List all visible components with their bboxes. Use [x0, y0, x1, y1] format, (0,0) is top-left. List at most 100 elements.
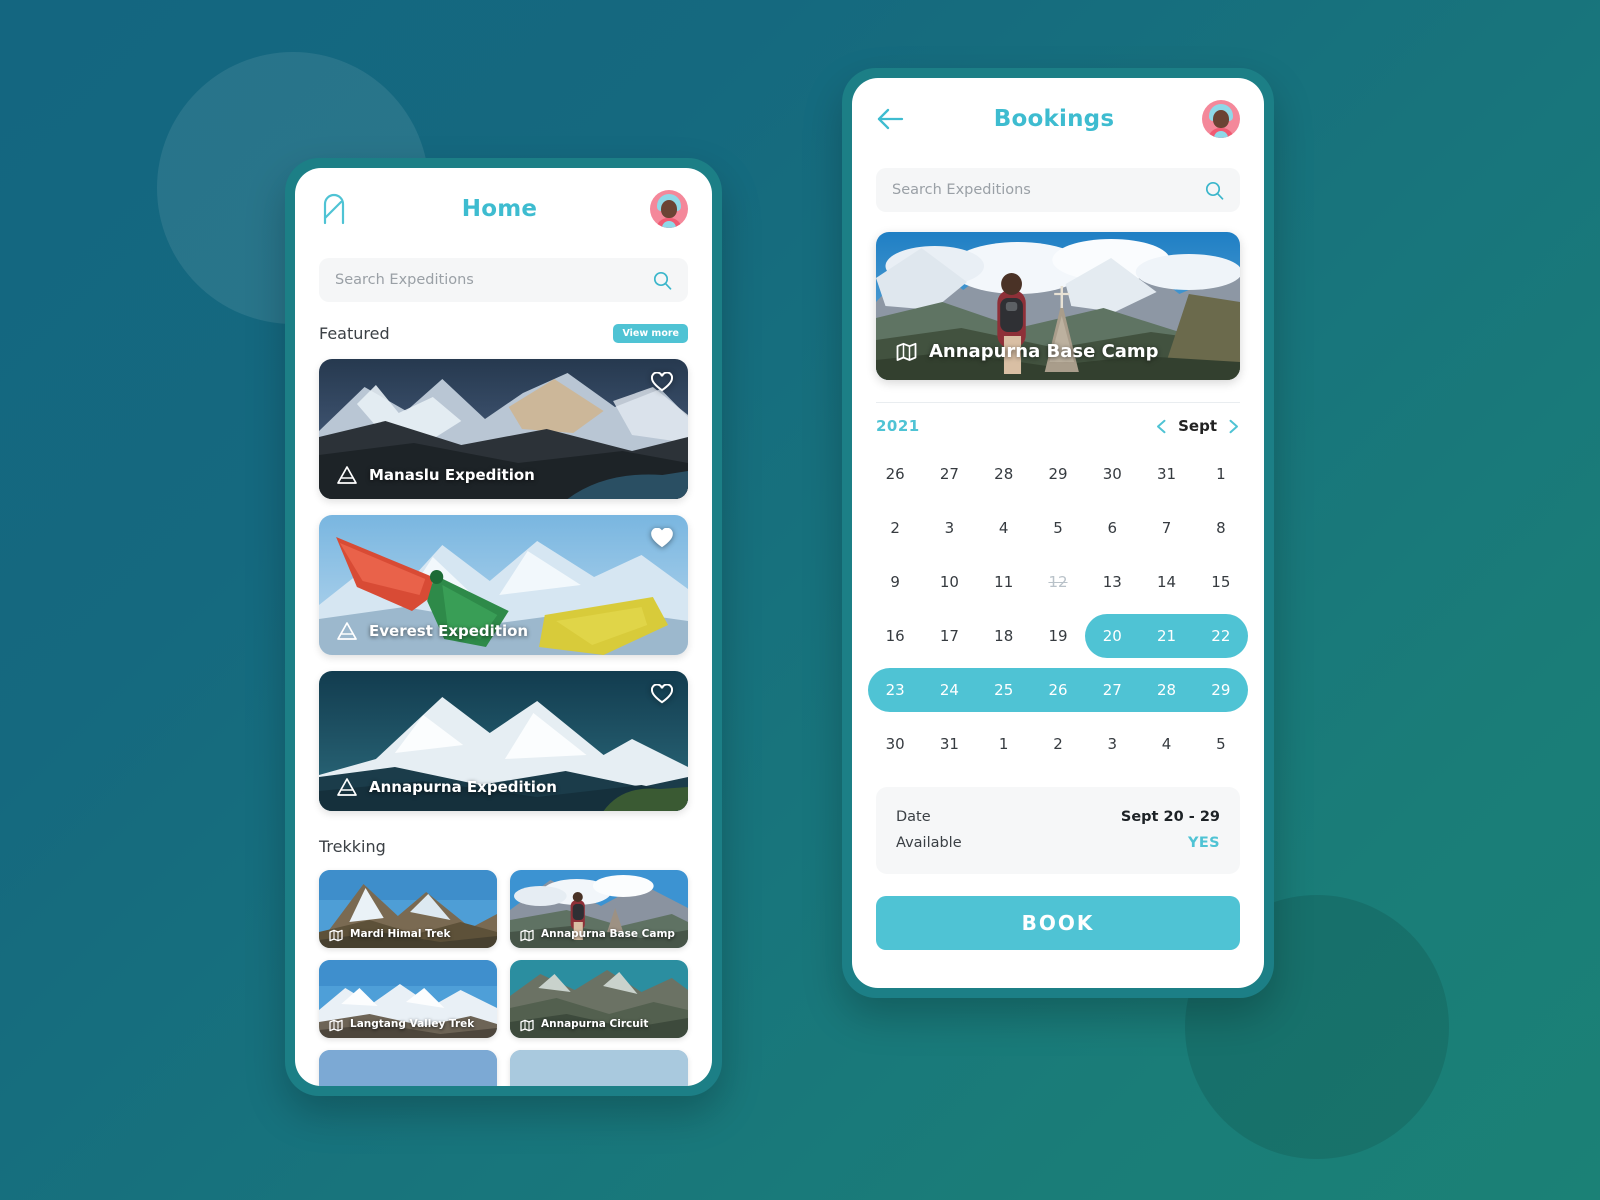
calendar-day-number: 8: [1216, 519, 1226, 537]
hero-title: Annapurna Base Camp: [929, 341, 1159, 362]
calendar-day-cell[interactable]: 26: [868, 447, 922, 501]
info-key: Date: [896, 809, 931, 825]
calendar-day-cell[interactable]: 30: [868, 717, 922, 771]
book-button[interactable]: BOOK: [876, 896, 1240, 950]
chevron-right-icon[interactable]: [1227, 419, 1240, 434]
calendar-day-cell[interactable]: 1: [977, 717, 1031, 771]
search-icon[interactable]: [653, 271, 672, 290]
calendar-day-cell[interactable]: 9: [868, 555, 922, 609]
calendar-day-cell[interactable]: 3: [922, 501, 976, 555]
search-input[interactable]: [892, 182, 1205, 198]
calendar-day-number: 31: [1157, 465, 1177, 483]
featured-card-manaslu[interactable]: Manaslu Expedition: [319, 359, 688, 499]
mountain-icon: [336, 621, 358, 641]
calendar-day-cell[interactable]: 10: [922, 555, 976, 609]
calendar-day-cell[interactable]: 5: [1194, 717, 1248, 771]
booking-info-panel: Date Sept 20 - 29 Available YES: [876, 787, 1240, 874]
calendar-day-cell[interactable]: 20: [1085, 609, 1140, 663]
calendar-day-cell[interactable]: 26: [1030, 663, 1086, 717]
calendar-day-cell[interactable]: 25: [976, 663, 1031, 717]
calendar-day-cell[interactable]: 17: [922, 609, 976, 663]
calendar-day-number: 9: [890, 573, 900, 591]
featured-card-everest[interactable]: Everest Expedition: [319, 515, 688, 655]
calendar-day-number: 7: [1161, 519, 1172, 537]
home-search-bar[interactable]: [319, 258, 688, 302]
favorite-heart-icon[interactable]: [650, 683, 674, 704]
calendar-day-cell[interactable]: 8: [1194, 501, 1248, 555]
view-more-button[interactable]: View more: [613, 324, 688, 343]
calendar-day-cell[interactable]: 19: [1031, 609, 1085, 663]
search-icon[interactable]: [1205, 181, 1224, 200]
map-icon: [329, 1017, 343, 1032]
calendar-grid[interactable]: 26 27 28 29 30 31 1 2 3 4 5 6 7 8 9 10 11 12 13 14 15 16 17 18 1…: [868, 447, 1248, 771]
search-input[interactable]: [335, 272, 653, 288]
featured-label: Featured: [319, 324, 390, 343]
calendar-day-cell[interactable]: 27: [922, 447, 976, 501]
page-title: Home: [461, 196, 538, 222]
avatar-collar: [661, 221, 676, 228]
calendar-day-cell[interactable]: 11: [977, 555, 1031, 609]
map-icon: [520, 1017, 534, 1032]
trek-card-mardi-himal[interactable]: Mardi Himal Trek: [319, 870, 497, 948]
calendar-day-cell[interactable]: 24: [922, 663, 977, 717]
calendar-day-cell[interactable]: 15: [1194, 555, 1248, 609]
trekking-section-header: Trekking: [319, 837, 688, 856]
app-logo-icon[interactable]: [319, 192, 349, 226]
calendar-day-cell[interactable]: 4: [977, 501, 1031, 555]
calendar-day-cell[interactable]: 4: [1139, 717, 1193, 771]
calendar-day-cell[interactable]: 28: [1139, 663, 1194, 717]
calendar-day-cell[interactable]: 3: [1085, 717, 1139, 771]
back-arrow-icon[interactable]: [876, 106, 906, 132]
calendar-day-cell[interactable]: 6: [1085, 501, 1139, 555]
avatar[interactable]: [1201, 100, 1240, 138]
favorite-heart-icon[interactable]: [651, 527, 673, 548]
calendar-day-cell[interactable]: 1: [1194, 447, 1248, 501]
calendar-day-cell[interactable]: 18: [977, 609, 1031, 663]
calendar-day-cell[interactable]: 31: [1139, 447, 1193, 501]
hero-card-annapurna-base-camp[interactable]: Annapurna Base Camp: [876, 232, 1240, 380]
calendar-day-cell[interactable]: 13: [1085, 555, 1139, 609]
calendar-month: Sept: [1178, 417, 1217, 435]
trek-card-annapurna-circuit[interactable]: Annapurna Circuit: [510, 960, 688, 1038]
chevron-left-icon[interactable]: [1155, 419, 1168, 434]
info-row-available: Available YES: [896, 830, 1220, 856]
card-label: Annapurna Expedition: [336, 777, 557, 797]
calendar-day-cell[interactable]: 30: [1085, 447, 1139, 501]
trek-title: Annapurna Base Camp: [541, 927, 675, 940]
home-scroll-area[interactable]: Manaslu Expedition Everest Expedition An…: [295, 343, 712, 1086]
trek-card-partial-right[interactable]: [510, 1050, 688, 1086]
calendar-day-number: 15: [1211, 573, 1231, 591]
trek-card-partial-left[interactable]: [319, 1050, 497, 1086]
calendar-day-number: 5: [1053, 519, 1063, 537]
trek-card-annapurna-base-camp[interactable]: Annapurna Base Camp: [510, 870, 688, 948]
info-key: Available: [896, 835, 962, 851]
calendar-divider: [876, 402, 1240, 403]
calendar-day-cell[interactable]: 14: [1139, 555, 1193, 609]
calendar-day-cell[interactable]: 16: [868, 609, 922, 663]
calendar-day-number: 4: [998, 519, 1009, 537]
calendar-day-cell[interactable]: 21: [1139, 609, 1194, 663]
calendar-day-cell[interactable]: 7: [1139, 501, 1193, 555]
avatar[interactable]: [649, 190, 688, 228]
bookings-search-bar[interactable]: [876, 168, 1240, 212]
calendar-day-cell[interactable]: 5: [1031, 501, 1085, 555]
calendar-day-cell[interactable]: 29: [1193, 663, 1248, 717]
trek-card-langtang-valley[interactable]: Langtang Valley Trek: [319, 960, 497, 1038]
calendar-day-cell[interactable]: 28: [977, 447, 1031, 501]
featured-card-annapurna[interactable]: Annapurna Expedition: [319, 671, 688, 811]
calendar-day-number: 4: [1161, 735, 1172, 753]
calendar-day-number: 19: [1048, 627, 1068, 645]
calendar-day-number: 21: [1157, 627, 1177, 645]
calendar-day-cell[interactable]: 2: [868, 501, 922, 555]
calendar-day-cell[interactable]: 27: [1085, 663, 1140, 717]
favorite-heart-icon[interactable]: [650, 371, 674, 392]
calendar-day-number: 28: [994, 465, 1014, 483]
calendar-day-cell[interactable]: 23: [868, 663, 923, 717]
calendar-day-cell[interactable]: 22: [1193, 609, 1248, 663]
calendar-day-number: 16: [885, 627, 905, 645]
calendar-year: 2021: [876, 417, 920, 435]
calendar-day-cell[interactable]: 2: [1031, 717, 1085, 771]
calendar-day-cell[interactable]: 29: [1031, 447, 1085, 501]
card-label: Manaslu Expedition: [336, 465, 535, 485]
calendar-day-cell[interactable]: 31: [922, 717, 976, 771]
